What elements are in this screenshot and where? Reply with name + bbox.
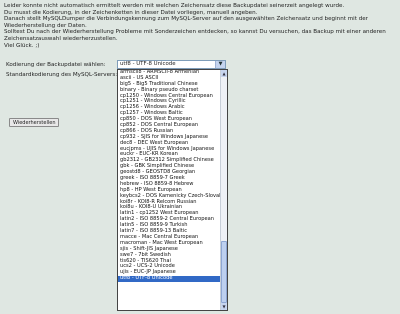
- intro-line: Viel Glück. ;): [4, 42, 40, 49]
- encoding-select-value: utf8 - UTF-8 Unicode: [120, 61, 176, 67]
- encoding-dropdown-list[interactable]: armscii8 - ARMSCII-8 Armenian ascii - US …: [117, 69, 228, 311]
- dropdown-option[interactable]: utf8 - UTF-8 Unicode: [118, 275, 227, 283]
- dropdown-scrollbar[interactable]: ▲ ▼: [220, 70, 227, 310]
- encoding-label: Kodierung der Backupdatei wählen:: [6, 62, 106, 68]
- chevron-down-icon[interactable]: ▼: [215, 61, 225, 68]
- intro-line: Du musst die Kodierung, in der Zeichenke…: [4, 9, 258, 16]
- encoding-select[interactable]: utf8 - UTF-8 Unicode ▼: [117, 60, 226, 69]
- intro-line: Solltest Du nach der Wiederherstellung P…: [4, 29, 386, 36]
- intro-line: Leider konnte nicht automatisch ermittel…: [4, 3, 345, 9]
- scrollbar-thumb[interactable]: [221, 241, 227, 303]
- scroll-down-arrow-icon[interactable]: ▼: [221, 303, 227, 310]
- intro-line: Danach stellt MySQLDumper die Verbindung…: [4, 16, 368, 29]
- intro-text: Leider konnte nicht automatisch ermittel…: [4, 3, 396, 49]
- restore-button[interactable]: Wiederherstellen: [9, 118, 60, 127]
- intro-line: Zeichensatzauswahl wiederherzustellen.: [4, 35, 118, 42]
- scroll-up-arrow-icon[interactable]: ▲: [221, 70, 227, 77]
- server-encoding-label: Standardkodierung des MySQL-Servers:: [6, 72, 118, 78]
